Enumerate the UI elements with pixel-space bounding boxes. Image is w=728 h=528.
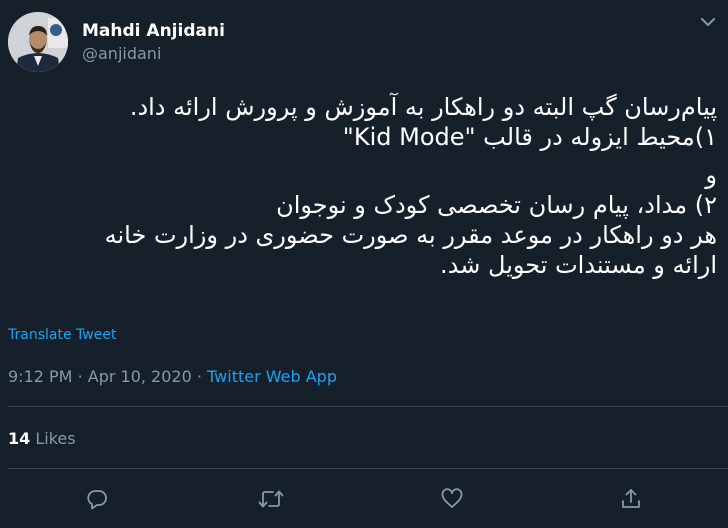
heart-icon[interactable] <box>437 484 467 514</box>
avatar[interactable] <box>8 12 68 72</box>
tweet-text-line: ارائه و مستندات تحویل شد. <box>440 251 717 279</box>
likes-label: Likes <box>35 429 76 448</box>
action-bar <box>0 484 728 518</box>
meta-separator: · <box>77 367 83 386</box>
tweet-text-line: هر دو راهکار در موعد مقرر به صورت حضوری … <box>104 221 717 249</box>
tweet-text-line: ۱)محیط ایزوله در قالب "Kid Mode" <box>342 123 717 151</box>
likes-count: 14 <box>8 429 31 448</box>
retweet-icon[interactable] <box>256 484 286 514</box>
divider-top <box>8 406 728 407</box>
share-icon[interactable] <box>616 484 646 514</box>
tweet-header: Mahdi Anjidani @anjidani <box>8 12 225 72</box>
reply-icon[interactable] <box>82 484 112 514</box>
tweet-text: پیام‌رسان گپ البته دو راهکار به آموزش و … <box>17 92 717 280</box>
translate-tweet-link[interactable]: Translate Tweet <box>8 327 116 343</box>
tweet-date[interactable]: Apr 10, 2020 <box>88 367 192 386</box>
likes-summary[interactable]: 14 Likes <box>8 429 76 448</box>
meta-separator-2: · <box>196 367 202 386</box>
author-display-name[interactable]: Mahdi Anjidani <box>82 19 225 43</box>
avatar-image <box>8 12 68 72</box>
tweet-source-link[interactable]: Twitter Web App <box>207 367 337 386</box>
tweet-text-line: و <box>705 161 717 189</box>
chevron-down-icon[interactable] <box>698 12 718 32</box>
divider-bottom <box>8 468 728 469</box>
tweet-card: Mahdi Anjidani @anjidani پیام‌رسان گپ ال… <box>0 0 728 528</box>
tweet-meta: 9:12 PM · Apr 10, 2020 · Twitter Web App <box>8 367 337 386</box>
author-handle[interactable]: @anjidani <box>82 43 225 65</box>
tweet-text-line: ۲) مداد، پیام رسان تخصصی کودک و نوجوان <box>276 191 717 219</box>
tweet-time[interactable]: 9:12 PM <box>8 367 72 386</box>
tweet-text-line <box>17 152 717 160</box>
author-names: Mahdi Anjidani @anjidani <box>82 19 225 65</box>
tweet-text-line: پیام‌رسان گپ البته دو راهکار به آموزش و … <box>129 93 717 121</box>
